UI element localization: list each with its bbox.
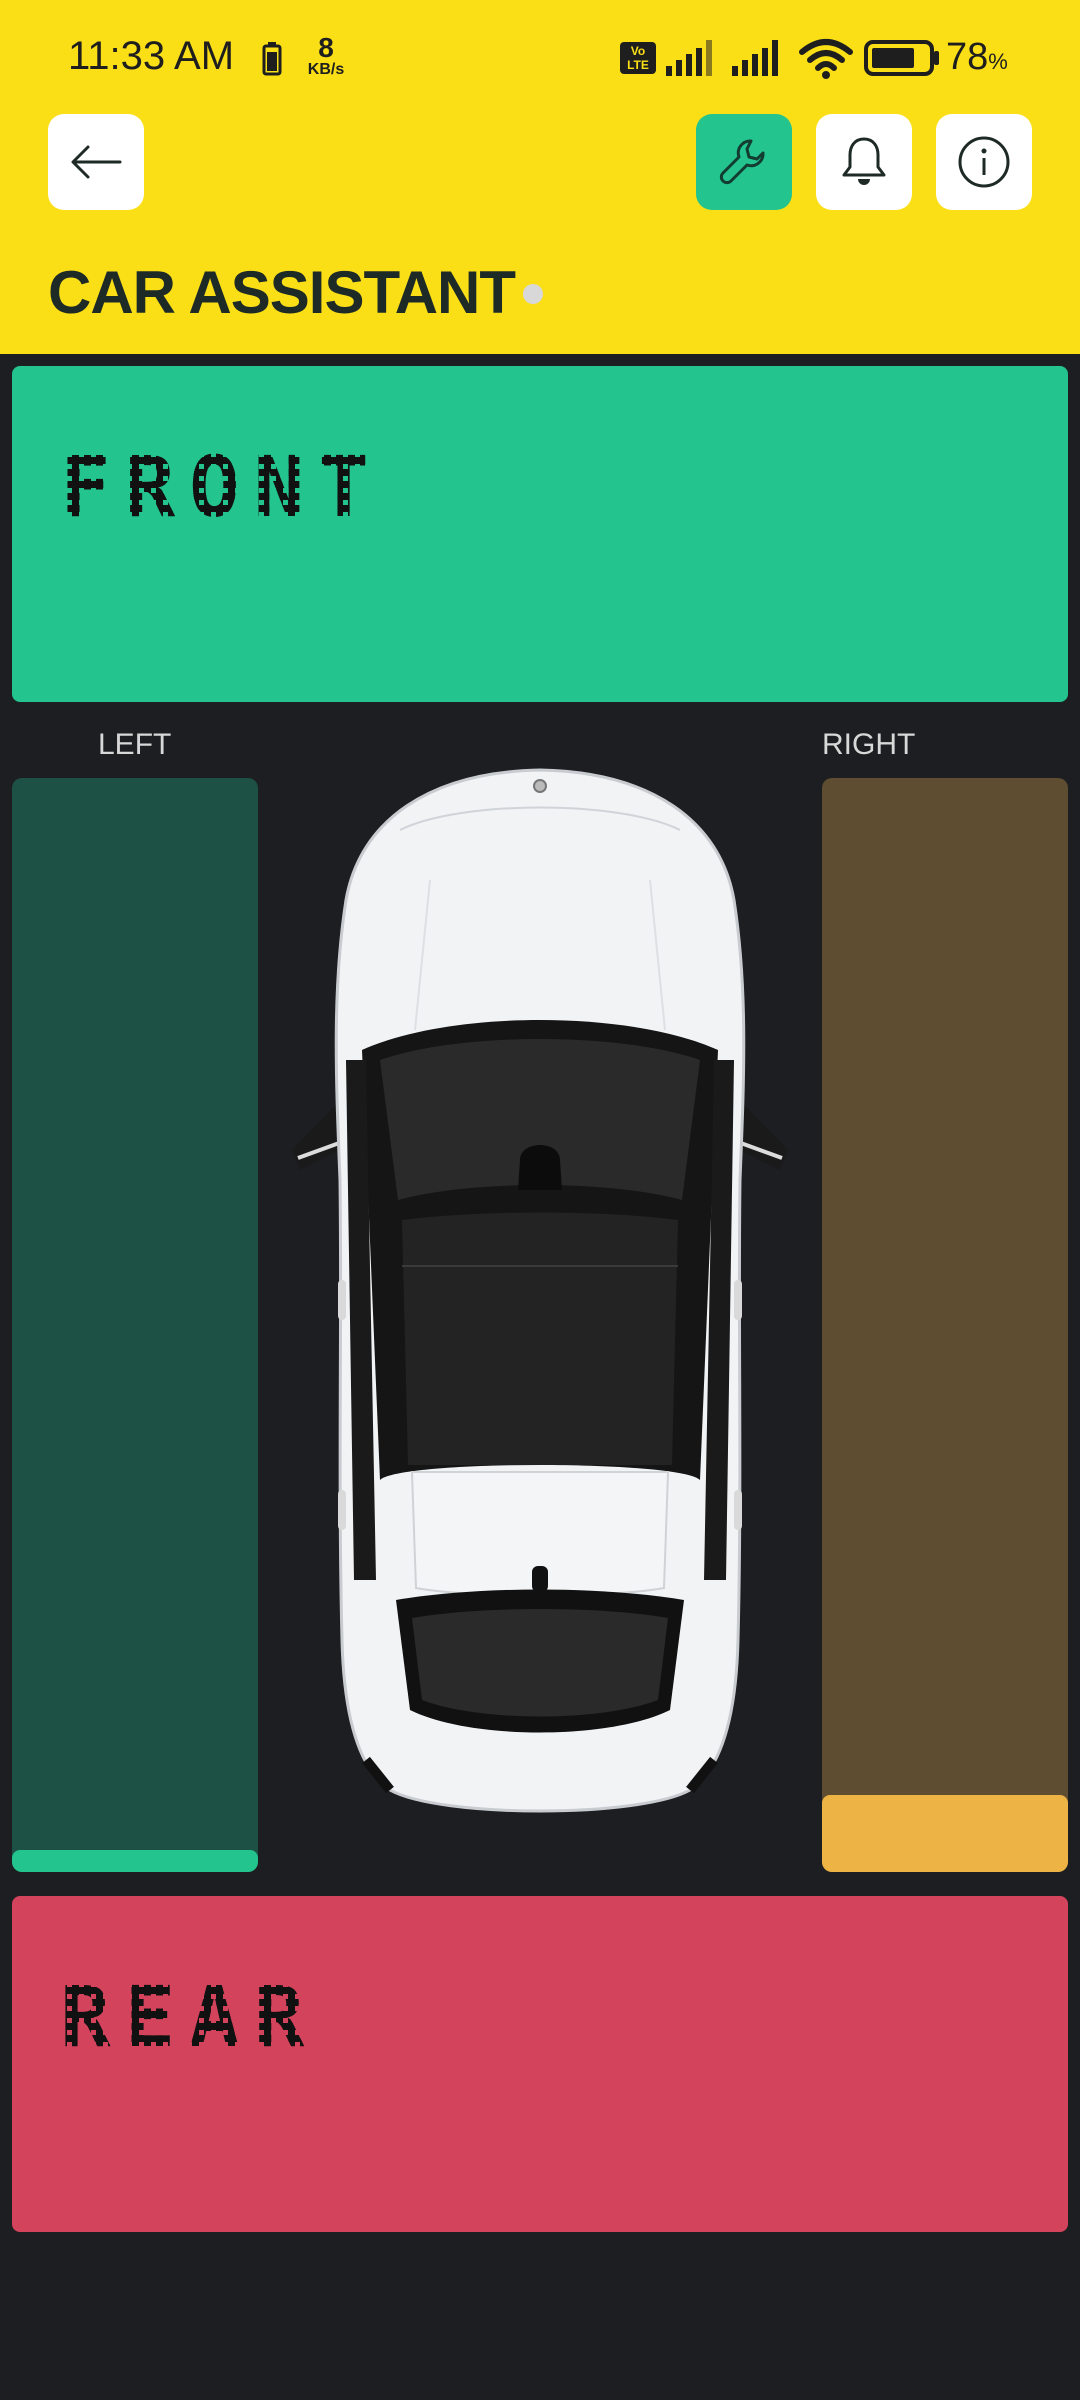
right-sensor-fill — [822, 1795, 1068, 1872]
right-sensor-bar — [822, 778, 1068, 1872]
status-bar: 11:33 AM 8 KB/s Vo LTE 78% — [0, 0, 1080, 110]
battery-percent-value: 78 — [946, 36, 989, 78]
arrow-left-icon — [71, 145, 122, 179]
network-speed: 8 KB/s — [304, 34, 348, 78]
battery-icon — [864, 40, 939, 76]
front-label: FRONT — [60, 438, 383, 536]
car-top-view-icon — [292, 768, 788, 1813]
signal-icon — [666, 40, 712, 76]
wrench-icon — [719, 139, 765, 185]
battery-percent: 78% — [946, 36, 1008, 79]
info-button[interactable] — [936, 114, 1032, 210]
right-label: RIGHT — [822, 728, 916, 761]
status-time: 11:33 AM — [68, 34, 235, 78]
left-sensor-fill — [12, 1850, 258, 1872]
bell-icon — [842, 137, 886, 185]
front-sensor-panel[interactable]: FRONT — [12, 366, 1068, 702]
connection-status-dot — [523, 284, 543, 304]
info-icon — [958, 136, 1010, 188]
notifications-button[interactable] — [816, 114, 912, 210]
rear-label: REAR — [60, 1968, 319, 2066]
page-title: CAR ASSISTANT — [48, 259, 516, 326]
back-button[interactable] — [48, 114, 144, 210]
app-header: 11:33 AM 8 KB/s Vo LTE 78% CAR ASSISTANT — [0, 0, 1080, 354]
left-label: LEFT — [98, 728, 172, 761]
rear-sensor-panel[interactable]: REAR — [12, 1896, 1068, 2232]
battery-saver-icon — [262, 42, 282, 76]
network-speed-value: 8 — [318, 32, 334, 63]
wifi-icon — [799, 39, 853, 79]
settings-button[interactable] — [696, 114, 792, 210]
network-speed-unit: KB/s — [307, 61, 345, 78]
volte-badge: Vo LTE — [620, 42, 656, 74]
battery-percent-sign: % — [988, 49, 1008, 74]
left-sensor-bar — [12, 778, 258, 1872]
signal-icon-2 — [732, 40, 778, 76]
